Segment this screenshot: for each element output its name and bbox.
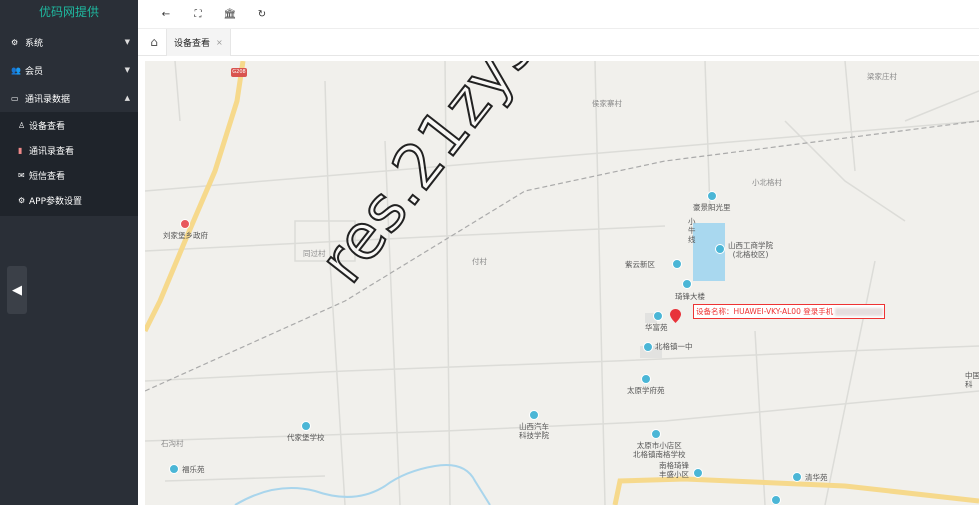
map-label-poi: 山西工商学院 (北格校区) <box>728 241 773 259</box>
poi-marker-icon[interactable] <box>672 259 682 269</box>
sidebar-item-system[interactable]: ⚙ 系统 ▼ <box>0 28 138 56</box>
tab-home[interactable]: ⌂ <box>146 34 162 50</box>
poi-marker-icon[interactable] <box>792 472 802 482</box>
main-content: G208 侯家寨村 梁家庄村 小北格村 豪景阳光里 山西工商学院 (北格校区) … <box>138 56 979 505</box>
user-icon: ♙ <box>18 121 26 130</box>
tab-device-view[interactable]: 设备查看 × <box>166 29 231 56</box>
tab-label: 设备查看 <box>174 39 211 49</box>
map-label-poi: 琦锋大楼 <box>675 292 705 301</box>
submenu-item-contacts-view[interactable]: ▮ 通讯录查看 <box>0 138 138 163</box>
route-badge: G208 <box>231 68 247 77</box>
sidebar: 优码网提供 ⚙ 系统 ▼ 👥 会员 ▼ ▭ 通讯录数据 ▲ ♙ 设备查看 ▮ 通… <box>0 0 138 505</box>
tab-bar: ⌂ 设备查看 × <box>138 29 979 56</box>
submenu-item-app-settings[interactable]: ⚙ APP参数设置 <box>0 188 138 213</box>
chevron-up-icon: ▲ <box>124 94 130 102</box>
poi-marker-icon[interactable] <box>653 311 663 321</box>
brand-logo: 优码网提供 <box>38 5 99 19</box>
caret-left-icon: ◀ <box>12 282 22 298</box>
map-label-poi: 清华苑 <box>805 473 828 482</box>
users-icon: 👥 <box>11 65 21 75</box>
submenu-item-label: 通讯录查看 <box>29 147 75 157</box>
fullscreen-button[interactable]: ⛶ <box>188 6 208 22</box>
map-label-poi: 山西汽车 科技学院 <box>519 422 549 440</box>
id-card-icon: ▭ <box>11 93 19 103</box>
sidebar-item-contacts-data[interactable]: ▭ 通讯录数据 ▲ <box>0 84 138 112</box>
fullscreen-icon: ⛶ <box>194 8 202 20</box>
sidebar-collapse-button[interactable]: ◀ <box>7 266 27 314</box>
map-label-poi: 豪景阳光里 <box>693 203 731 212</box>
map-label-poi: 华富苑 <box>645 323 668 332</box>
back-button[interactable]: ← <box>156 6 176 22</box>
location-marker-icon[interactable] <box>670 309 681 323</box>
submenu-item-label: 短信查看 <box>29 172 66 182</box>
sidebar-item-label: 通讯录数据 <box>25 94 71 105</box>
poi-marker-icon[interactable] <box>682 279 692 289</box>
poi-marker-icon[interactable] <box>641 374 651 384</box>
poi-marker-icon[interactable] <box>529 410 539 420</box>
submenu-item-sms-view[interactable]: ✉ 短信查看 <box>0 163 138 188</box>
map-label-poi: 福乐苑 <box>182 465 205 474</box>
gear-icon: ⚙ <box>11 37 19 47</box>
poi-marker-icon[interactable] <box>651 429 661 439</box>
map-label-road: 小 牛 线 <box>688 217 696 244</box>
poi-marker-icon[interactable] <box>643 342 653 352</box>
address-book-icon: ▮ <box>18 146 23 155</box>
refresh-button[interactable]: ↻ <box>252 6 272 22</box>
poi-marker-icon[interactable] <box>169 464 179 474</box>
close-icon[interactable]: × <box>216 38 223 47</box>
chevron-down-icon: ▼ <box>124 38 130 46</box>
poi-marker-icon[interactable] <box>715 244 725 254</box>
submenu: ♙ 设备查看 ▮ 通讯录查看 ✉ 短信查看 ⚙ APP参数设置 <box>0 112 138 216</box>
map-label-place: 付村 <box>472 257 487 266</box>
map-label-poi: 中国 科 <box>965 371 979 389</box>
map-label-poi: 太原市小店区 北格镇南格学校 <box>633 441 686 459</box>
refresh-icon: ↻ <box>257 8 267 20</box>
poi-marker-icon[interactable] <box>693 468 703 478</box>
sidebar-item-label: 系统 <box>25 38 44 49</box>
top-toolbar: ← ⛶ 🏛 ↻ <box>138 0 979 29</box>
submenu-item-label: 设备查看 <box>29 122 66 132</box>
poi-marker-icon[interactable] <box>771 495 781 505</box>
map-label-poi: 南格琦锋 丰盛小区 <box>659 461 689 479</box>
device-info-text: 设备名称：HUAWEI-VKY-AL00 登录手机 <box>696 307 834 316</box>
map-label-place: 侯家寨村 <box>592 99 622 108</box>
map-label-poi: 刘家堡乡政府 <box>163 231 208 240</box>
poi-marker-icon[interactable] <box>707 191 717 201</box>
map-roads <box>145 61 979 505</box>
chevron-down-icon: ▼ <box>124 66 130 74</box>
sidebar-item-members[interactable]: 👥 会员 ▼ <box>0 56 138 84</box>
map-label-place: 小北格村 <box>752 178 782 187</box>
envelope-icon: ✉ <box>18 171 25 180</box>
bank-icon: 🏛 <box>223 8 237 20</box>
home-icon: ⌂ <box>150 35 158 49</box>
gear-icon: ⚙ <box>18 196 26 205</box>
back-icon: ← <box>161 8 171 20</box>
submenu-item-label: APP参数设置 <box>29 197 83 207</box>
map-label-place: 石沟村 <box>161 439 184 448</box>
map-label-place: 梁家庄村 <box>867 72 897 81</box>
map-view[interactable]: G208 侯家寨村 梁家庄村 小北格村 豪景阳光里 山西工商学院 (北格校区) … <box>145 61 979 505</box>
redacted-area <box>835 308 884 316</box>
map-label-poi: 北格镇一中 <box>655 342 693 351</box>
poi-marker-icon[interactable] <box>301 421 311 431</box>
map-label-poi: 代家堡学校 <box>287 433 325 442</box>
poi-marker-icon[interactable] <box>180 219 190 229</box>
home-bank-button[interactable]: 🏛 <box>220 6 240 22</box>
submenu-item-device-view[interactable]: ♙ 设备查看 <box>0 113 138 138</box>
map-label-poi: 太原学府苑 <box>627 386 665 395</box>
sidebar-item-label: 会员 <box>25 66 44 77</box>
map-label-poi: 紫云新区 <box>625 260 655 269</box>
device-info-label: 设备名称：HUAWEI-VKY-AL00 登录手机 <box>693 304 885 319</box>
